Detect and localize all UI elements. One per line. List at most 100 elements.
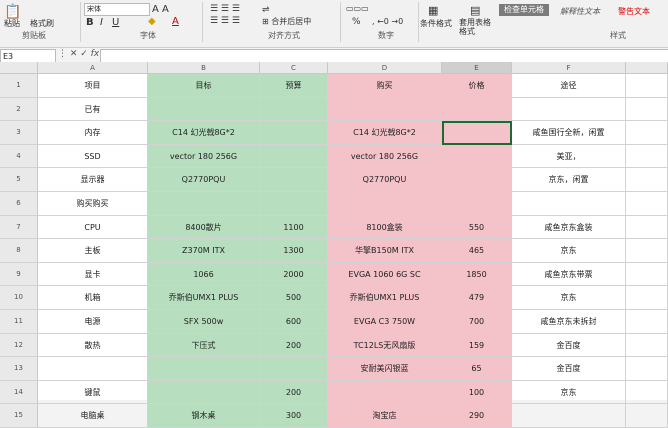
cell-a1[interactable]: 项目 (38, 74, 148, 98)
align-icons[interactable]: ☰ ☰ ☰ (210, 4, 240, 14)
cell-f4[interactable]: 美亚， (512, 144, 626, 169)
cell-a15[interactable]: 电脑桌 (38, 404, 148, 428)
cell-c4[interactable] (260, 144, 328, 169)
cell-e2[interactable] (442, 97, 512, 122)
cell-g9[interactable] (626, 262, 668, 287)
cell-g11[interactable] (626, 310, 668, 334)
cell-f2[interactable] (512, 97, 626, 122)
cell-a14[interactable]: 键鼠 (38, 380, 148, 405)
cell-c12[interactable]: 200 (260, 333, 328, 358)
cell-d15[interactable]: 淘宝店 (328, 404, 442, 428)
row-header-7[interactable]: 7 (0, 215, 38, 240)
cell-e9[interactable]: 1850 (442, 262, 512, 287)
cell-b6[interactable] (148, 192, 260, 216)
cell-d1[interactable]: 购买 (328, 74, 442, 98)
cell-g12[interactable] (626, 333, 668, 358)
cell-d6[interactable] (328, 192, 442, 216)
paste-button[interactable]: 粘贴 (4, 18, 20, 29)
cell-b9[interactable]: 1066 (148, 262, 260, 287)
cell-f14[interactable]: 京东 (512, 380, 626, 405)
merge-center-button[interactable]: ⊞ 合并后居中 (262, 16, 311, 27)
cell-g8[interactable] (626, 239, 668, 263)
row-header-1[interactable]: 1 (0, 74, 38, 98)
cell-e11[interactable]: 700 (442, 310, 512, 334)
conditional-format-icon[interactable]: ▦ (428, 4, 438, 17)
cell-b13[interactable] (148, 357, 260, 381)
cell-f10[interactable]: 京东 (512, 286, 626, 310)
cell-b15[interactable]: 钢木桌 (148, 404, 260, 428)
cell-f8[interactable]: 京东 (512, 239, 626, 263)
select-all-corner[interactable] (0, 62, 38, 74)
cell-a13[interactable] (38, 357, 148, 381)
cell-d12[interactable]: TC12LS无风扇版 (328, 333, 442, 358)
cell-e6[interactable] (442, 192, 512, 216)
cell-d2[interactable] (328, 97, 442, 122)
style-warning[interactable]: 警告文本 (618, 6, 650, 17)
cell-f3[interactable]: 咸鱼国行全新，闲置 (512, 121, 626, 145)
cell-d3[interactable]: C14 幻光戟8G*2 (328, 121, 442, 145)
column-header-c[interactable]: C (260, 62, 328, 74)
row-header-6[interactable]: 6 (0, 192, 38, 216)
column-header-b[interactable]: B (148, 62, 260, 74)
cell-g7[interactable] (626, 215, 668, 240)
cell-b1[interactable]: 目标 (148, 74, 260, 98)
cell-d14[interactable] (328, 380, 442, 405)
column-header-e[interactable]: E (442, 62, 512, 74)
cell-a8[interactable]: 主板 (38, 239, 148, 263)
cell-e10[interactable]: 479 (442, 286, 512, 310)
cell-c8[interactable]: 1300 (260, 239, 328, 263)
cell-a4[interactable]: SSD (38, 144, 148, 169)
cell-c7[interactable]: 1100 (260, 215, 328, 240)
row-header-10[interactable]: 10 (0, 286, 38, 310)
row-header-13[interactable]: 13 (0, 357, 38, 381)
cell-f6[interactable] (512, 192, 626, 216)
cell-g14[interactable] (626, 380, 668, 405)
cell-g15[interactable] (626, 404, 668, 428)
cell-b7[interactable]: 8400散片 (148, 215, 260, 240)
cell-a11[interactable]: 电源 (38, 310, 148, 334)
cell-e7[interactable]: 550 (442, 215, 512, 240)
cell-a9[interactable]: 显卡 (38, 262, 148, 287)
font-size-grow-icon[interactable]: A A (152, 4, 169, 15)
cell-b12[interactable]: 下压式 (148, 333, 260, 358)
cell-d13[interactable]: 安耐美闪银蓝 (328, 357, 442, 381)
cell-c11[interactable]: 600 (260, 310, 328, 334)
font-name-select[interactable]: 宋体 (84, 3, 150, 16)
row-header-14[interactable]: 14 (0, 380, 38, 405)
column-header-d[interactable]: D (328, 62, 442, 74)
cell-b2[interactable] (148, 97, 260, 122)
cell-b4[interactable]: vector 180 256G (148, 144, 260, 169)
cell-d7[interactable]: 8100盒装 (328, 215, 442, 240)
row-header-11[interactable]: 11 (0, 310, 38, 334)
cell-b14[interactable] (148, 380, 260, 405)
cell-e5[interactable] (442, 168, 512, 192)
cell-a2[interactable]: 已有 (38, 97, 148, 122)
cell-c13[interactable] (260, 357, 328, 381)
cell-f13[interactable]: 金百度 (512, 357, 626, 381)
row-header-9[interactable]: 9 (0, 262, 38, 287)
cell-a6[interactable]: 购买购买 (38, 192, 148, 216)
cell-e8[interactable]: 465 (442, 239, 512, 263)
cell-b3[interactable]: C14 幻光戟8G*2 (148, 121, 260, 145)
cell-g2[interactable] (626, 97, 668, 122)
italic-icon[interactable]: I (100, 17, 103, 28)
cell-b5[interactable]: Q2770PQU (148, 168, 260, 192)
cell-a7[interactable]: CPU (38, 215, 148, 240)
row-header-15[interactable]: 15 (0, 404, 38, 428)
cell-e1[interactable]: 价格 (442, 74, 512, 98)
cell-f15[interactable] (512, 404, 626, 428)
cell-c5[interactable] (260, 168, 328, 192)
row-header-4[interactable]: 4 (0, 144, 38, 169)
cell-g4[interactable] (626, 144, 668, 169)
font-color-icon[interactable]: A (172, 16, 179, 27)
row-header-5[interactable]: 5 (0, 168, 38, 192)
format-painter-button[interactable]: 格式刷 (30, 18, 54, 29)
cell-g1[interactable] (626, 74, 668, 98)
cell-d5[interactable]: Q2770PQU (328, 168, 442, 192)
cell-c3[interactable] (260, 121, 328, 145)
cell-f1[interactable]: 途径 (512, 74, 626, 98)
cell-g3[interactable] (626, 121, 668, 145)
cell-e12[interactable]: 159 (442, 333, 512, 358)
cell-e14[interactable]: 100 (442, 380, 512, 405)
spreadsheet-grid[interactable]: A B C D E F 1 项目 目标 预算 购买 价格 途径 2 已有 3 内存 C14 幻光戟8G*2 C14 … (0, 62, 668, 428)
